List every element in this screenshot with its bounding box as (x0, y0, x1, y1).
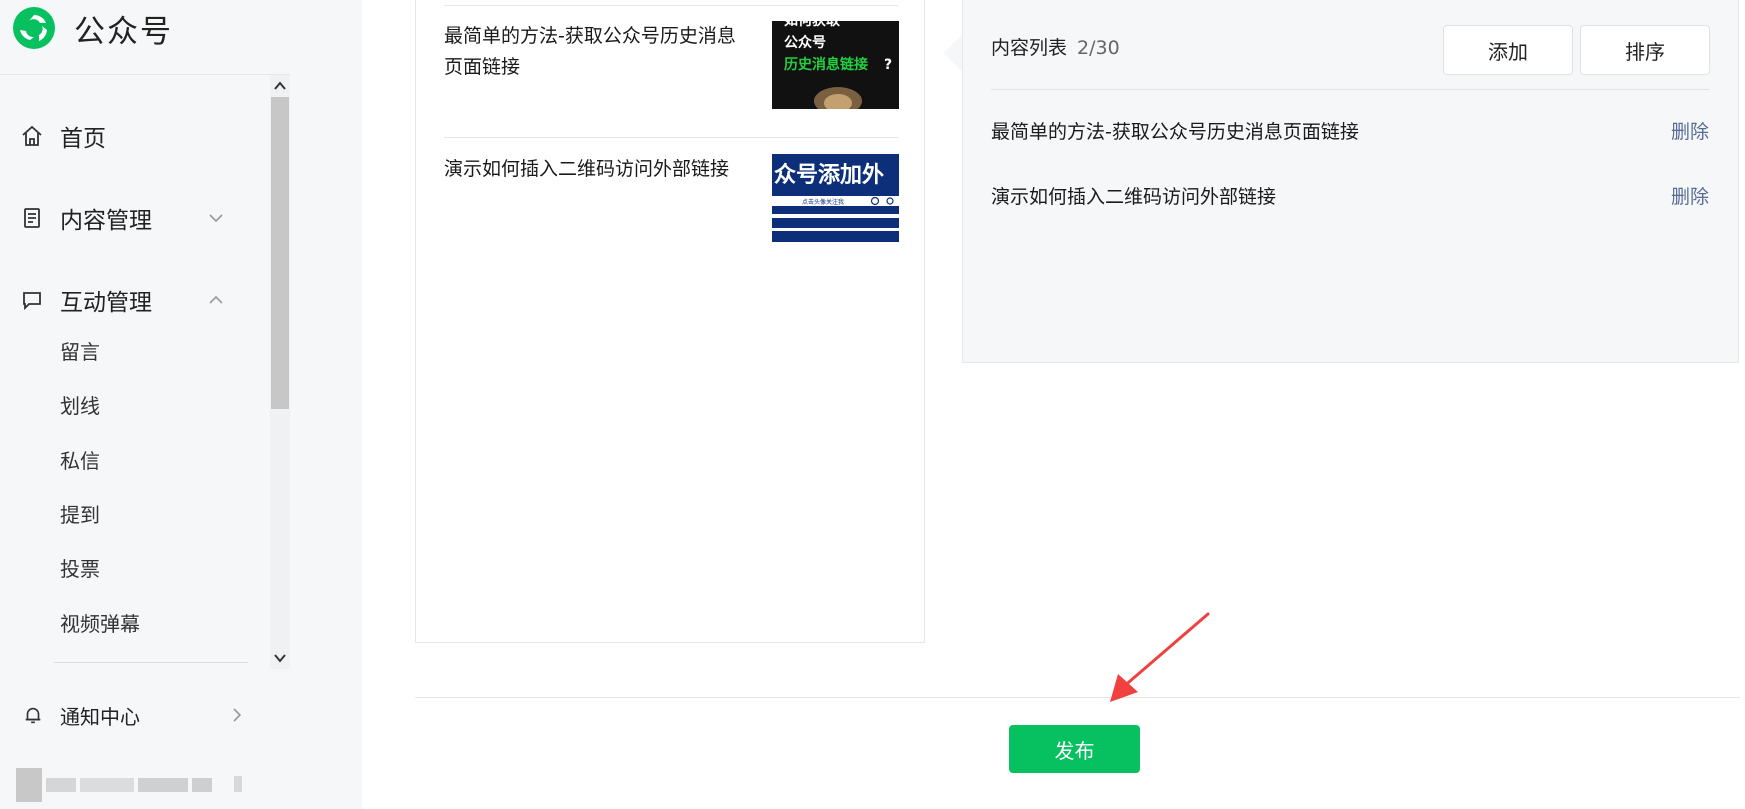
publish-button[interactable]: 发布 (1009, 725, 1140, 773)
article-thumbnail: 众号添加外 点击头像关注我 (772, 154, 899, 242)
brand-name: 公众号 (74, 13, 173, 50)
article-thumbnail: 如何获取 公众号 历史消息链接 ? (772, 21, 899, 109)
scroll-down-arrow-icon[interactable] (273, 651, 287, 665)
nav-label-notifications: 通知中心 (60, 704, 140, 729)
avatar (16, 768, 42, 802)
content-list-row: 演示如何插入二维码访问外部链接 删除 (991, 182, 1709, 212)
sub-item-messages[interactable]: 私信 (60, 445, 100, 474)
article-title: 最简单的方法-获取公众号历史消息页面链接 (444, 25, 736, 78)
blurred-text (192, 778, 212, 792)
document-icon (24, 208, 40, 228)
nav-item-home[interactable]: 首页 (0, 111, 270, 161)
content-list-count: 2/30 (1077, 37, 1120, 59)
thumb-text: 公众号 (784, 34, 826, 51)
preview-article-2[interactable]: 演示如何插入二维码访问外部链接 众号添加外 点击头像关注我 (444, 154, 899, 264)
content-list-row-title: 演示如何插入二维码访问外部链接 (991, 186, 1277, 208)
sub-item-comments[interactable]: 留言 (60, 336, 100, 365)
sub-item-video-danmaku[interactable]: 视频弹幕 (60, 608, 140, 637)
brand[interactable]: 公众号 (12, 6, 173, 50)
sub-item-votes[interactable]: 投票 (60, 553, 100, 582)
content-list-row-title: 最简单的方法-获取公众号历史消息页面链接 (991, 121, 1359, 143)
thumbnail-image-icon: 如何获取 公众号 历史消息链接 ? (772, 21, 899, 109)
sub-item-mentions[interactable]: 提到 (60, 499, 100, 528)
chevron-down-icon (209, 214, 223, 223)
chevron-up-icon (209, 295, 223, 304)
thumb-text: ? (884, 57, 892, 73)
home-icon (22, 125, 42, 146)
content-list-row: 最简单的方法-获取公众号历史消息页面链接 删除 (991, 117, 1709, 147)
thumbnail-image-icon: 众号添加外 点击头像关注我 (772, 154, 899, 242)
sidebar-scrollbar[interactable] (270, 75, 290, 669)
nav-divider (54, 662, 248, 663)
article-divider (444, 137, 898, 138)
article-preview-panel: 最简单的方法-获取公众号历史消息页面链接 如何获取 公众号 历史消息链接 ? 演… (415, 0, 925, 643)
nav-item-interaction[interactable]: 互动管理 (0, 275, 270, 325)
content-list-panel: 内容列表 2/30 添加 排序 最简单的方法-获取公众号历史消息页面链接 删除 演… (962, 0, 1739, 363)
content-list-label: 内容列表 (991, 37, 1068, 59)
thumb-text: 众号添加外 (774, 162, 884, 188)
preview-article-1[interactable]: 最简单的方法-获取公众号历史消息页面链接 如何获取 公众号 历史消息链接 ? (444, 21, 899, 131)
content-list-divider (991, 89, 1709, 90)
blurred-text (234, 776, 242, 792)
chat-bubble-icon (23, 292, 41, 311)
scroll-up-arrow-icon[interactable] (273, 79, 287, 93)
footer-divider (415, 697, 1740, 698)
chevron-right-icon (233, 708, 242, 722)
nav-label-home: 首页 (60, 126, 106, 152)
article-divider (444, 5, 898, 6)
blurred-text (46, 778, 76, 792)
content-list-header: 内容列表 2/30 (991, 33, 1120, 60)
delete-link[interactable]: 删除 (1671, 117, 1709, 144)
blurred-text (80, 778, 134, 792)
thumb-text: 如何获取 (784, 21, 841, 29)
bell-icon (25, 707, 41, 724)
delete-link[interactable]: 删除 (1671, 182, 1709, 209)
article-title: 演示如何插入二维码访问外部链接 (444, 158, 730, 180)
user-account-blurred[interactable] (16, 768, 246, 802)
nav-menu: 首页 内容管理 互动管理 留言 划线 私信 提到 投票 视频弹幕 (0, 75, 290, 669)
blurred-text (138, 778, 188, 792)
nav-label-content: 内容管理 (60, 208, 152, 234)
thumb-text-highlight: 历史消息链接 (784, 56, 868, 73)
nav-item-content[interactable]: 内容管理 (0, 193, 270, 243)
add-button[interactable]: 添加 (1443, 25, 1573, 75)
sub-item-highlights[interactable]: 划线 (60, 390, 100, 419)
app-root: 公众号 首页 内容管理 互动管理 留言 划线 私信 提到 投票 视频弹幕 通知中… (0, 0, 1745, 809)
scrollbar-thumb[interactable] (271, 97, 289, 409)
wechat-mp-logo-icon (13, 7, 55, 49)
sidebar: 公众号 首页 内容管理 互动管理 留言 划线 私信 提到 投票 视频弹幕 通知中… (0, 0, 362, 809)
thumb-text: 点击头像关注我 (802, 198, 844, 206)
nav-label-interaction: 互动管理 (60, 290, 152, 316)
nav-item-notifications[interactable]: 通知中心 (0, 690, 270, 740)
red-annotation-arrow-icon (1110, 612, 1210, 702)
sort-button[interactable]: 排序 (1580, 25, 1710, 75)
